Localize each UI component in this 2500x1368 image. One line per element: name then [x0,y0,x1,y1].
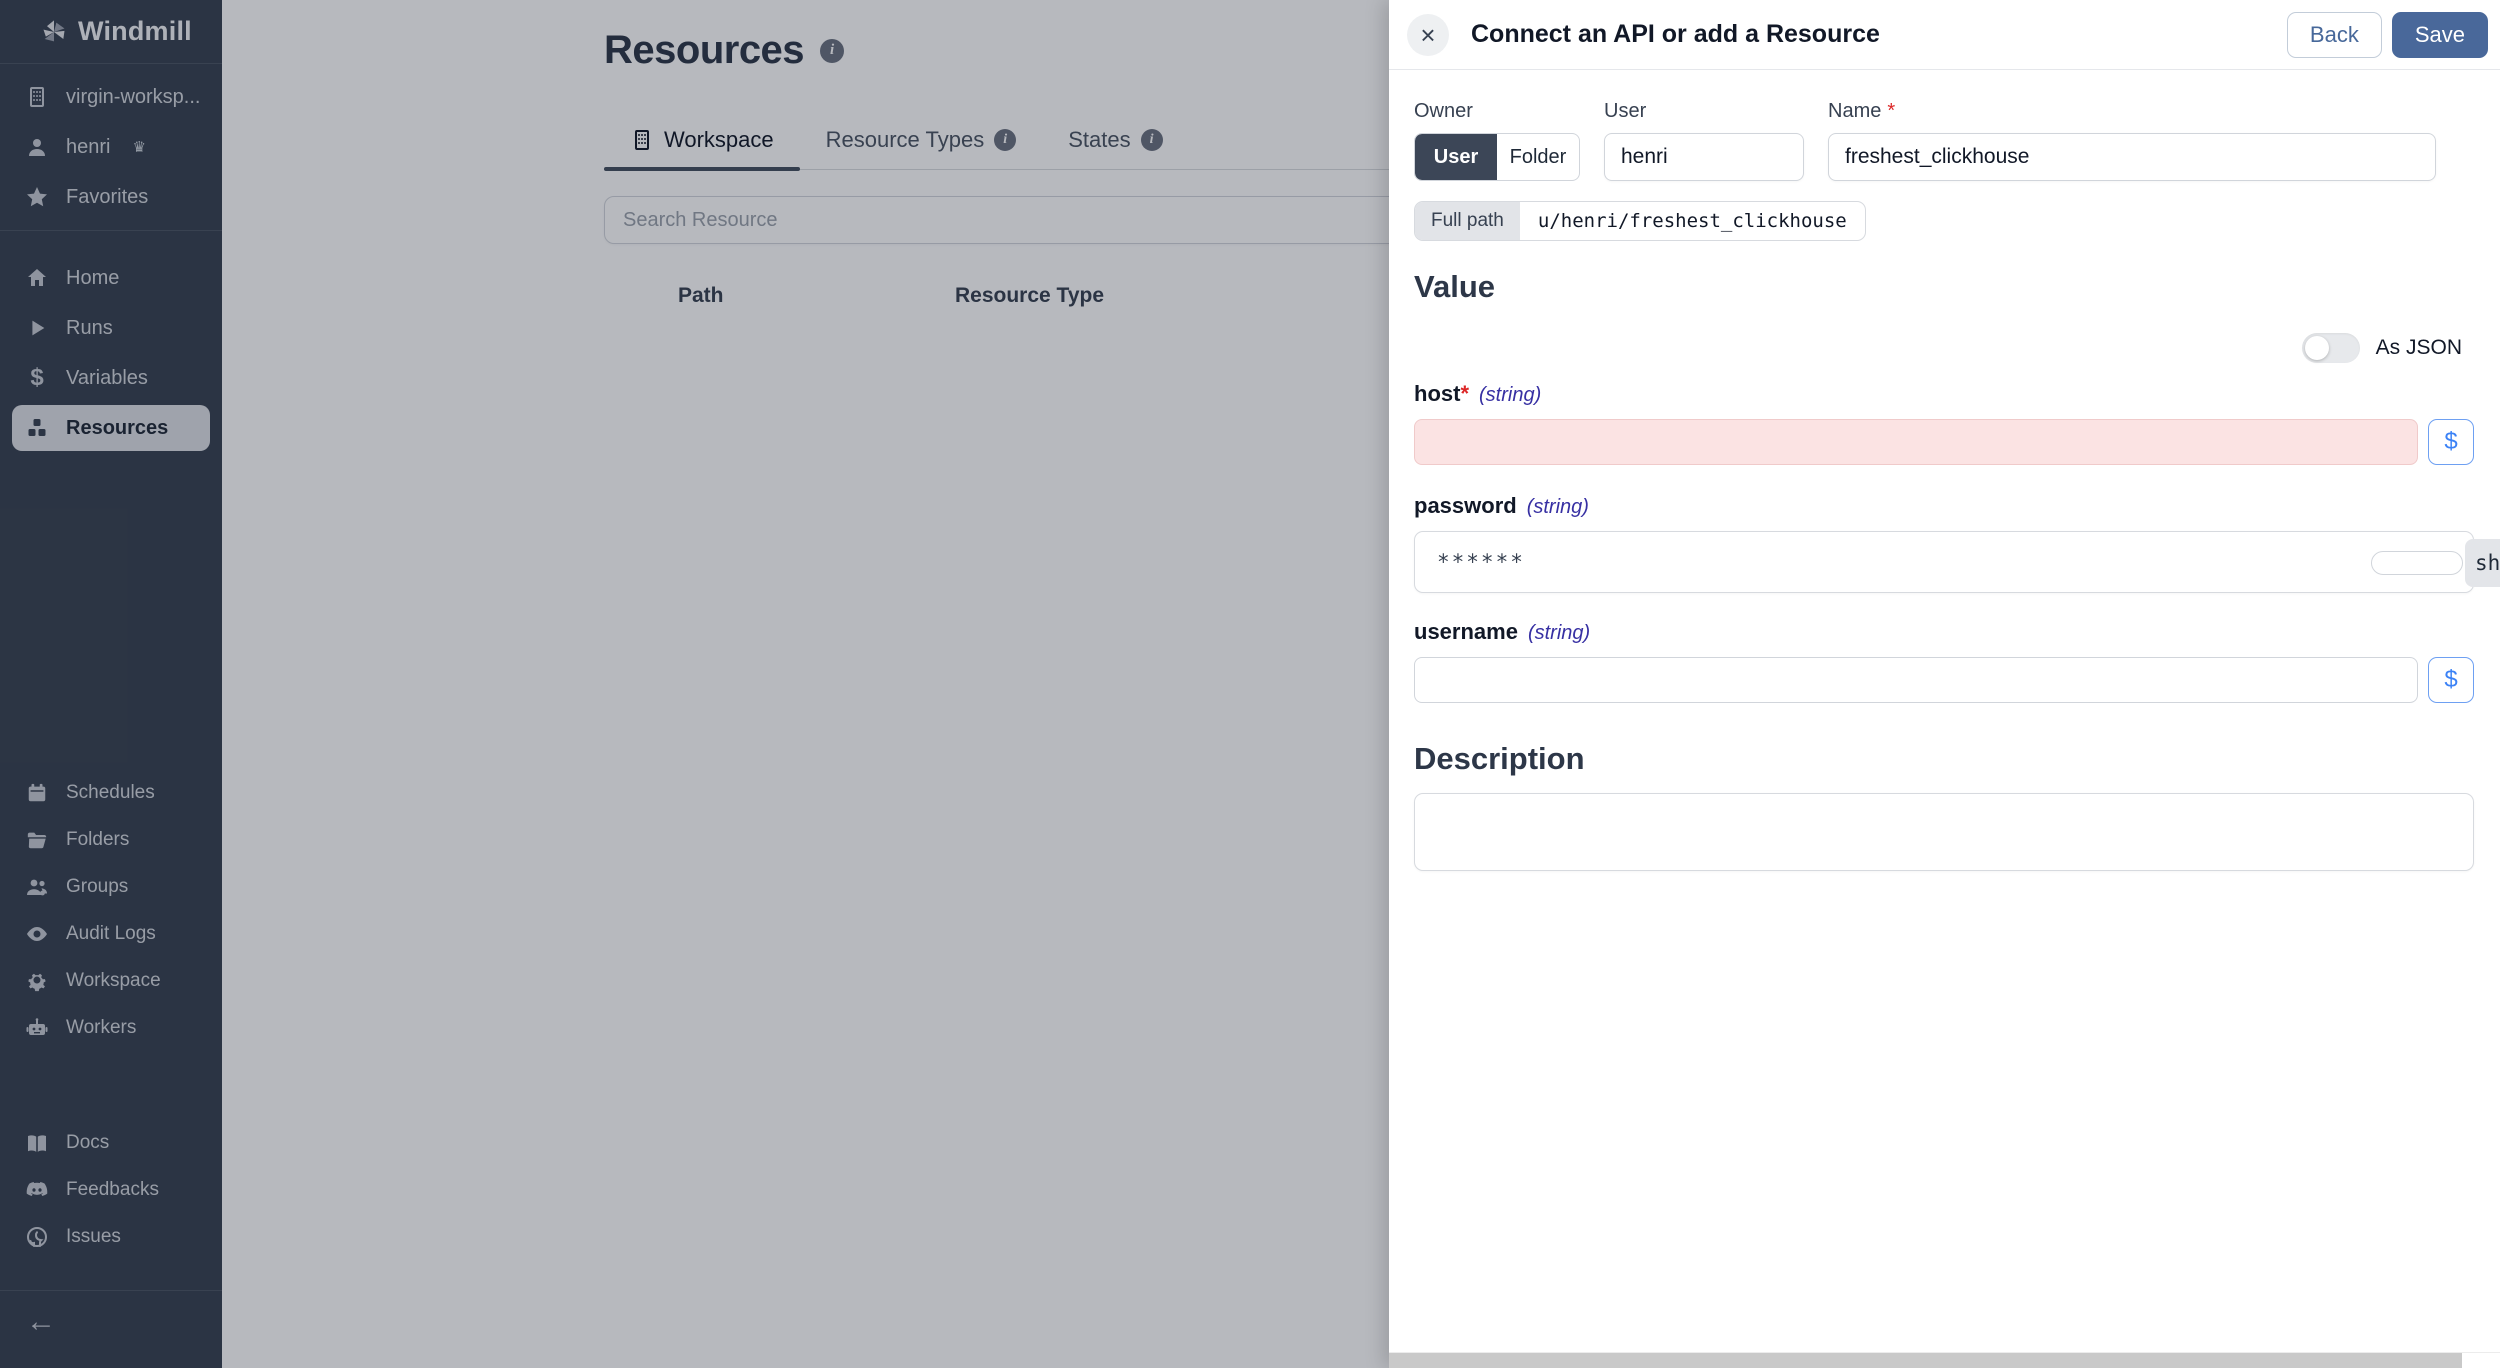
drawer-body: Owner User Folder User Name* Full path [1389,70,2500,876]
full-path-label: Full path [1415,202,1520,240]
password-toggle-pill[interactable] [2371,551,2463,575]
type-hint: (string) [1527,622,1591,644]
host-label: host* (string) [1414,381,1542,406]
user-field[interactable] [1604,133,1804,181]
windmill-app: Windmill virgin-worksp... henri ♛ Favori… [0,0,2500,1368]
resource-drawer: × Connect an API or add a Resource Back … [1389,0,2500,1368]
owner-toggle: User Folder [1414,133,1580,181]
field-username: username (string) $ [1414,619,2474,703]
description-textarea[interactable] [1414,793,2474,871]
drawer-header: × Connect an API or add a Resource Back … [1389,0,2500,70]
full-path-chip: Full path u/henri/freshest_clickhouse [1414,201,1866,241]
description-heading: Description [1414,741,1585,776]
drawer-backdrop[interactable] [0,0,1389,1368]
as-json-label: As JSON [2375,336,2462,359]
owner-option-folder[interactable]: Folder [1497,134,1579,180]
insert-variable-button[interactable]: $ [2428,419,2474,465]
owner-label: Owner [1414,100,1473,122]
type-hint: (string) [1526,496,1589,518]
name-label: Name * [1828,100,1896,122]
type-hint: (string) [1479,384,1542,406]
insert-variable-button[interactable]: $ [2428,657,2474,703]
drawer-title: Connect an API or add a Resource [1471,20,1880,48]
scrollbar-thumb[interactable] [1389,1353,2462,1368]
field-password: password (string) ****** sh [1414,493,2500,593]
required-asterisk: * [1887,100,1896,122]
password-masked-value: ****** [1437,550,1525,574]
user-label: User [1604,100,1647,122]
horizontal-scrollbar[interactable] [1389,1352,2500,1368]
full-path-value: u/henri/freshest_clickhouse [1537,210,1847,232]
password-field[interactable]: ****** sh [1414,531,2500,593]
close-icon[interactable]: × [1407,13,1449,56]
username-label: username (string) [1414,619,1591,644]
value-heading: Value [1414,269,1495,304]
username-field[interactable] [1414,657,2418,703]
required-asterisk: * [1460,381,1470,406]
owner-option-user[interactable]: User [1415,134,1497,180]
back-button[interactable]: Back [2286,11,2382,58]
host-field[interactable] [1414,419,2418,465]
password-label: password (string) [1414,493,1589,518]
toggle-knob [2304,336,2329,360]
as-json-toggle[interactable] [2301,333,2360,363]
field-host: host* (string) $ [1414,381,2474,465]
show-password-chip[interactable]: sh [2465,539,2500,587]
save-button[interactable]: Save [2391,11,2488,58]
name-field[interactable] [1828,133,2436,181]
